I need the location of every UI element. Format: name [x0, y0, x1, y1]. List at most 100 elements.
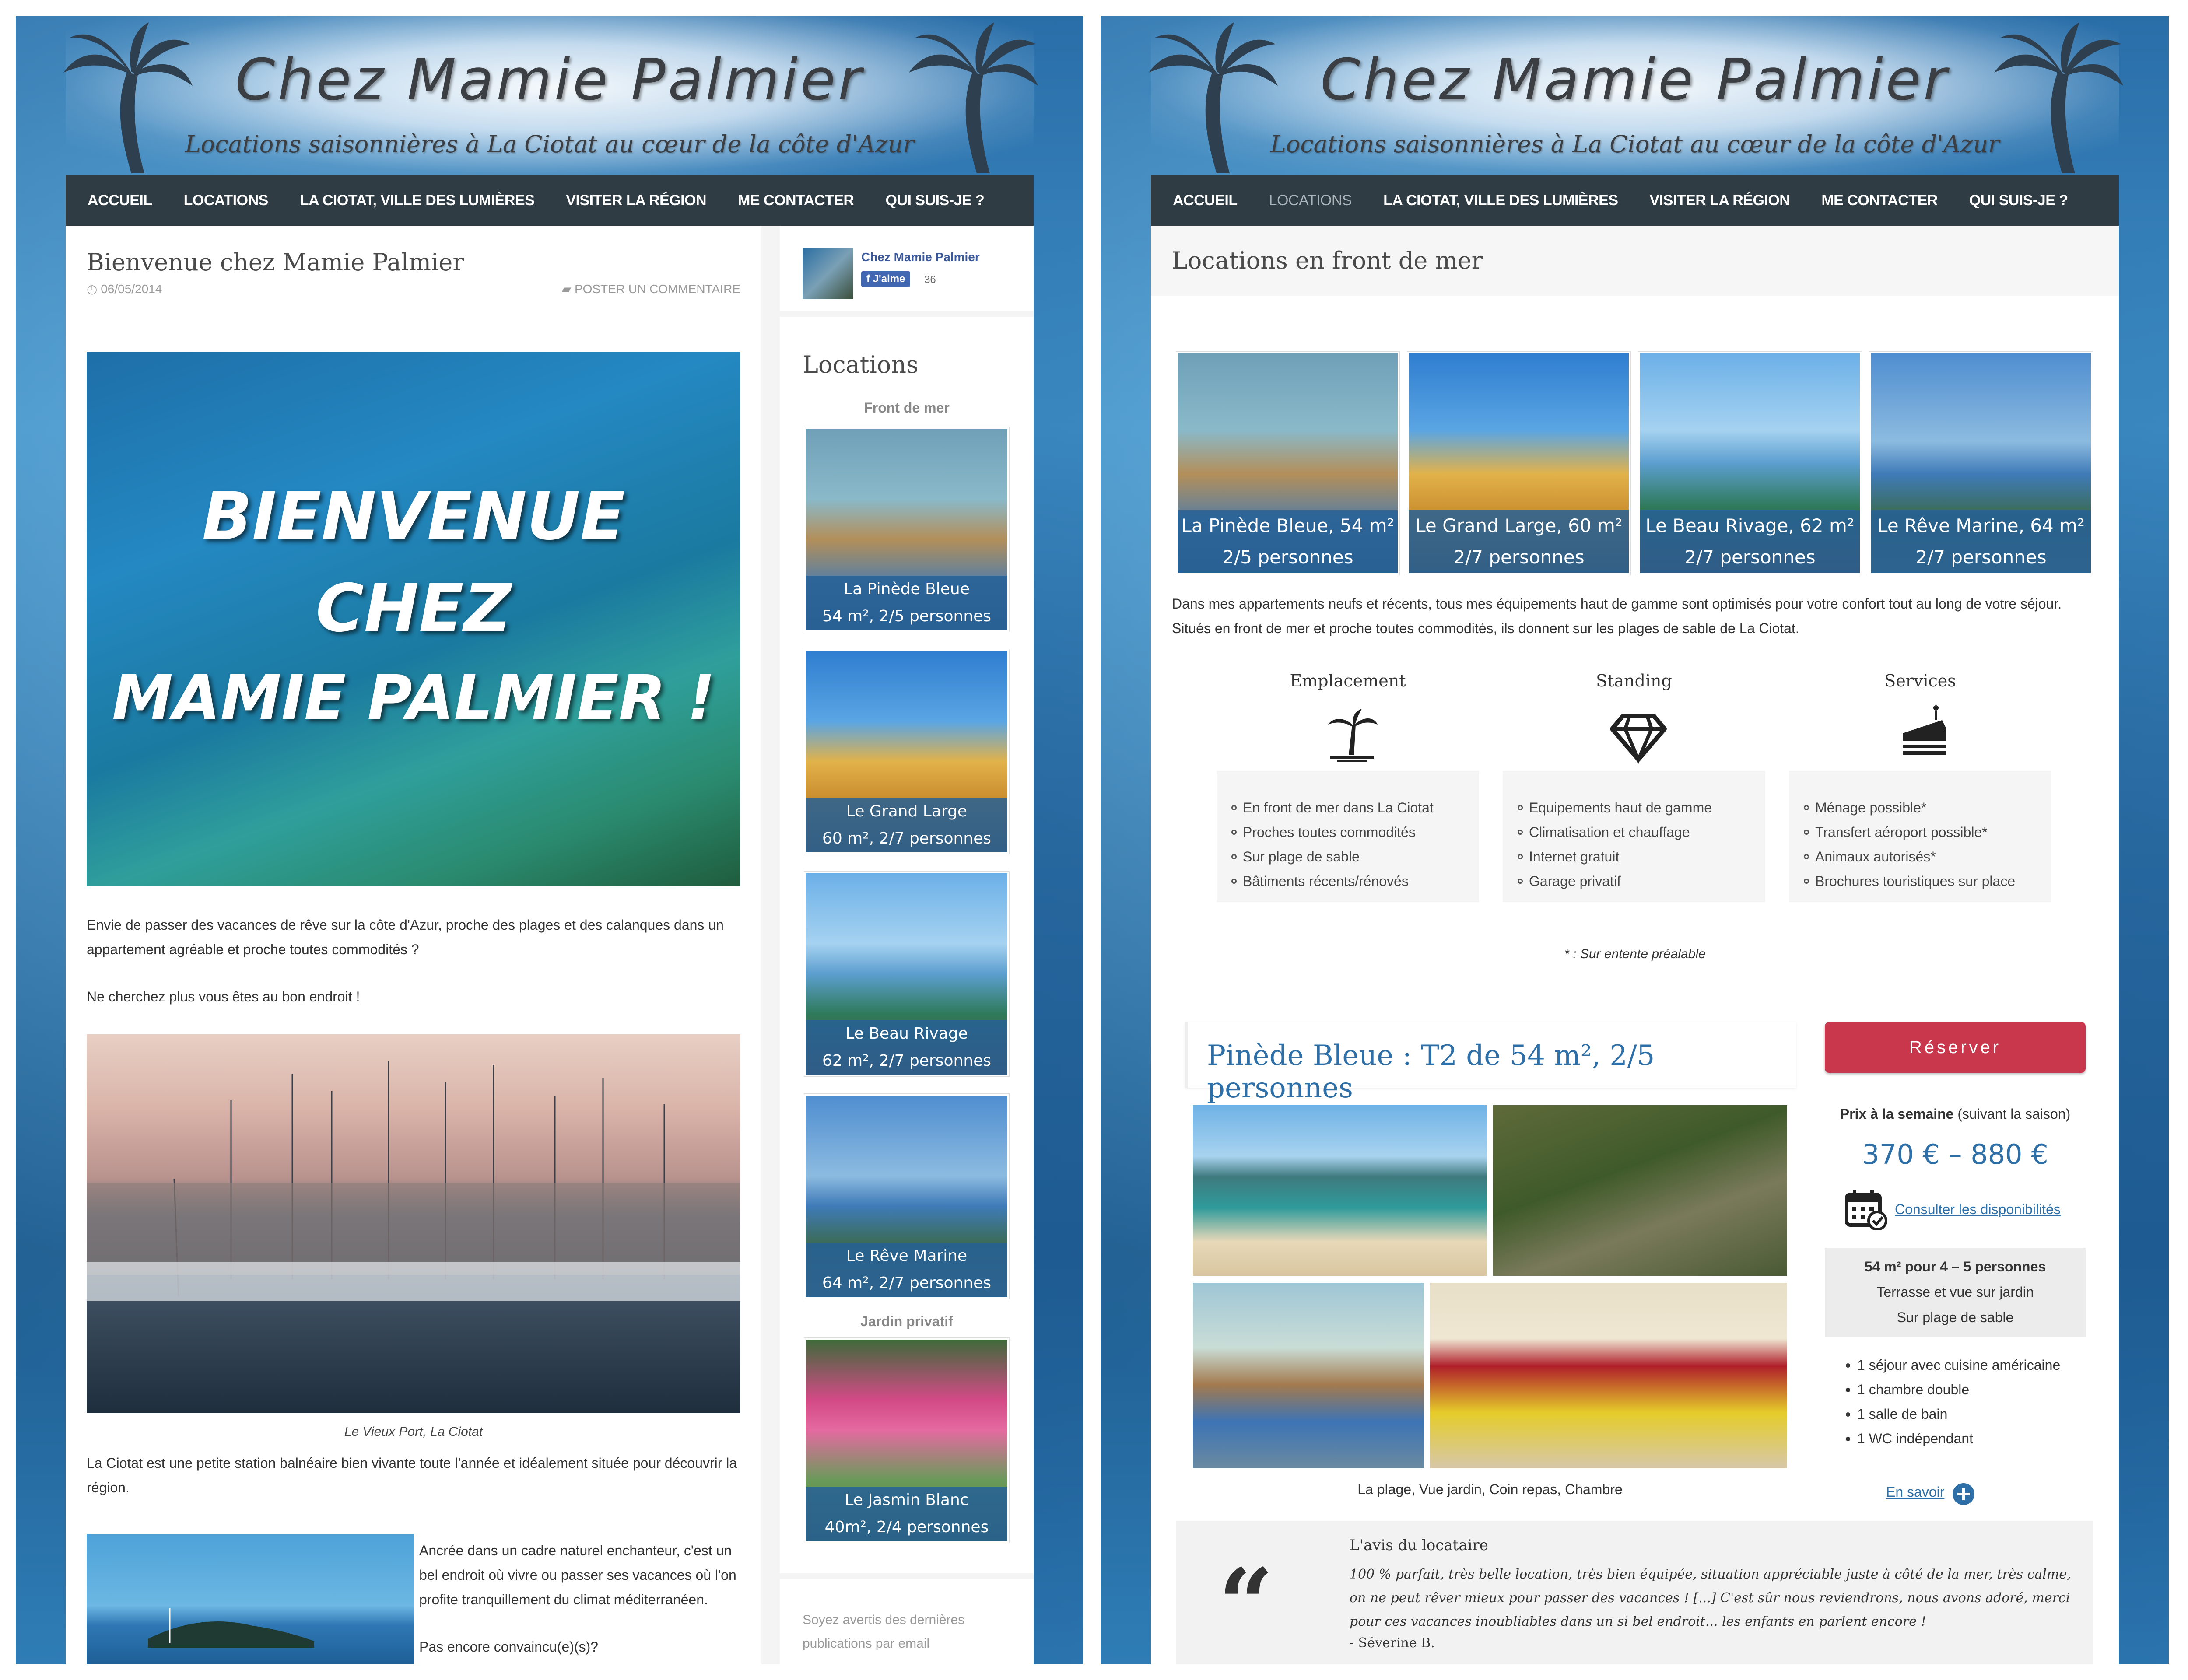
review-text: 100 % parfait, très belle location, très… [1350, 1567, 2071, 1629]
price-label-text: Prix à la semaine [1840, 1106, 1954, 1122]
hero-line-2: CHEZ [316, 570, 512, 647]
sidebar-card-grand-large[interactable]: Le Grand Large 60 m², 2/7 personnes [804, 649, 1009, 854]
photo-caption: La plage, Vue jardin, Coin repas, Chambr… [1357, 1481, 1623, 1497]
tile-grand-large[interactable]: Le Grand Large, 60 m² 2/7 personnes [1407, 352, 1630, 575]
more-link[interactable]: En savoir [1886, 1484, 1944, 1500]
card-detail: 60 m², 2/7 personnes [822, 830, 992, 847]
post-date[interactable]: ◷ 06/05/2014 [87, 282, 162, 296]
nav-item-locations[interactable]: LOCATIONS [184, 192, 269, 209]
palm-beach-icon [1328, 709, 1378, 762]
card-name: La Pinède Bleue [844, 580, 970, 598]
tile-persons: 2/7 personnes [1684, 546, 1816, 568]
sidebar-card-jasmin-blanc[interactable]: Le Jasmin Blanc 40m², 2/4 personnes [804, 1338, 1009, 1543]
clock-icon: ◷ [87, 282, 101, 296]
card-detail: 40m², 2/4 personnes [824, 1518, 989, 1536]
feature-item: Ménage possible* [1804, 795, 2051, 820]
post-title[interactable]: Bienvenue chez Mamie Palmier [87, 248, 464, 276]
nav-item-accueil[interactable]: ACCUEIL [1173, 192, 1238, 209]
hero-line-1: BIENVENUE [202, 479, 625, 555]
nav-item-contact[interactable]: ME CONTACTER [738, 192, 854, 209]
tile-pinede-bleue[interactable]: La Pinède Bleue, 54 m² 2/5 personnes [1176, 352, 1399, 575]
vieux-port-image [87, 1034, 740, 1413]
tile-persons: 2/5 personnes [1222, 546, 1353, 568]
ciotat-paragraph: La Ciotat est une petite station balnéai… [87, 1455, 737, 1495]
tile-caption: Le Grand Large, 60 m² 2/7 personnes [1409, 510, 1629, 573]
facebook-like-label: J'aime [873, 273, 905, 285]
listing-title-box: Pinède Bleue : T2 de 54 m², 2/5 personne… [1185, 1022, 1796, 1104]
rooms-list: 1 séjour avec cuisine américaine 1 chamb… [1842, 1353, 2060, 1451]
feature-heading-services: Services [1884, 671, 1956, 690]
photo-coin-repas[interactable] [1193, 1283, 1424, 1468]
tile-persons: 2/7 personnes [1915, 546, 2047, 568]
diamond-icon [1610, 714, 1667, 764]
island-image [87, 1534, 414, 1664]
tile-beau-rivage[interactable]: Le Beau Rivage, 62 m² 2/7 personnes [1638, 352, 1862, 575]
nav-item-la-ciotat[interactable]: LA CIOTAT, VILLE DES LUMIÈRES [1383, 192, 1618, 209]
card-name: Le Grand Large [846, 802, 968, 820]
facebook-like-count: 36 [924, 274, 936, 286]
nav-item-locations[interactable]: LOCATIONS [1269, 192, 1352, 209]
tile-caption: Le Beau Rivage, 62 m² 2/7 personnes [1640, 510, 1860, 573]
quote-icon: “ [1218, 1547, 1274, 1660]
card-detail: 62 m², 2/7 personnes [822, 1052, 992, 1070]
feature-item: Garage privatif [1518, 869, 1765, 893]
feature-item: En front de mer dans La Ciotat [1231, 795, 1479, 820]
card-caption: Le Jasmin Blanc 40m², 2/4 personnes [806, 1487, 1007, 1541]
room-item: 1 WC indépendant [1845, 1426, 2060, 1451]
site-header: Chez Mamie Palmier Locations saisonnière… [1149, 16, 2123, 175]
comment-icon: ▰ [561, 282, 575, 296]
card-name: Le Rêve Marine [846, 1247, 968, 1265]
calendar-icon [1845, 1190, 1887, 1230]
sidebar-card-reve-marine[interactable]: Le Rêve Marine 64 m², 2/7 personnes [804, 1094, 1009, 1298]
nav-item-visiter[interactable]: VISITER LA RÉGION [566, 192, 706, 209]
sidebar-group-jardin: Jardin privatif [860, 1313, 953, 1329]
sidebar: Chez Mamie Palmier f J'aime 36 Locations… [780, 226, 1034, 1664]
tile-name: Le Grand Large, 60 m² [1415, 515, 1623, 536]
feature-box-standing: Equipements haut de gamme Climatisation e… [1503, 771, 1765, 902]
card-detail: 54 m², 2/5 personnes [822, 607, 992, 625]
nav-item-contact[interactable]: ME CONTACTER [1821, 192, 1938, 209]
site-title[interactable]: Chez Mamie Palmier [66, 46, 1034, 113]
page-title: Locations en front de mer [1172, 247, 1483, 274]
card-caption: Le Rêve Marine 64 m², 2/7 personnes [806, 1242, 1007, 1297]
card-caption: Le Beau Rivage 62 m², 2/7 personnes [806, 1020, 1007, 1074]
photo-jardin[interactable] [1493, 1105, 1787, 1276]
nav-item-visiter[interactable]: VISITER LA RÉGION [1650, 192, 1790, 209]
masts-illustration [87, 1060, 740, 1301]
facebook-like-button[interactable]: f J'aime [861, 271, 911, 287]
site-title[interactable]: Chez Mamie Palmier [1151, 46, 2119, 113]
nav-item-la-ciotat[interactable]: LA CIOTAT, VILLE DES LUMIÈRES [300, 192, 535, 209]
footnote: * : Sur entente préalable [1564, 947, 1706, 961]
plus-circle-icon[interactable] [1952, 1482, 1975, 1506]
availability-link[interactable]: Consulter les disponibilités [1895, 1201, 2061, 1218]
feature-item: Climatisation et chauffage [1518, 820, 1765, 844]
nav-item-accueil[interactable]: ACCUEIL [88, 192, 152, 209]
sidebar-group-front-de-mer: Front de mer [864, 400, 950, 416]
photo-plage[interactable] [1193, 1105, 1487, 1276]
price-note: (suivant la saison) [1957, 1106, 2071, 1122]
card-name: Le Beau Rivage [845, 1025, 968, 1043]
page-title-bar: Locations en front de mer [1151, 226, 2119, 296]
feature-item: Proches toutes commodités [1231, 820, 1479, 844]
tile-reve-marine[interactable]: Le Rêve Marine, 64 m² 2/7 personnes [1869, 352, 2093, 575]
tile-name: Le Rêve Marine, 64 m² [1877, 515, 2085, 536]
comment-link[interactable]: ▰ POSTER UN COMMENTAIRE [562, 282, 740, 296]
newsletter-text: Soyez avertis des dernières publications… [803, 1613, 965, 1651]
sidebar-card-beau-rivage[interactable]: Le Beau Rivage 62 m², 2/7 personnes [804, 872, 1009, 1076]
nav-item-qui-suis-je[interactable]: QUI SUIS-JE ? [885, 192, 984, 209]
sidebar-card-pinede-bleue[interactable]: La Pinède Bleue 54 m², 2/5 personnes [804, 427, 1009, 632]
photo-chambre[interactable] [1430, 1283, 1787, 1468]
card-name: Le Jasmin Blanc [845, 1491, 969, 1509]
review-box: “ L'avis du locataire 100 % parfait, trè… [1176, 1521, 2093, 1664]
hero-image: BIENVENUE CHEZ MAMIE PALMIER ! [87, 352, 740, 886]
tile-name: La Pinède Bleue, 54 m² [1181, 515, 1395, 536]
convince-paragraph: Pas encore convaincu(e)(s)? [419, 1639, 599, 1655]
hero-line-3: MAMIE PALMIER ! [112, 662, 715, 734]
facebook-page-name[interactable]: Chez Mamie Palmier [861, 250, 980, 264]
facebook-page-avatar[interactable] [803, 248, 853, 299]
reserve-button[interactable]: Réserver [1825, 1022, 2086, 1073]
nav-item-qui-suis-je[interactable]: QUI SUIS-JE ? [1969, 192, 2068, 209]
island-illustration [148, 1608, 314, 1648]
right-screenshot: Chez Mamie Palmier Locations saisonnière… [1101, 16, 2169, 1664]
cake-icon [1903, 705, 1946, 755]
